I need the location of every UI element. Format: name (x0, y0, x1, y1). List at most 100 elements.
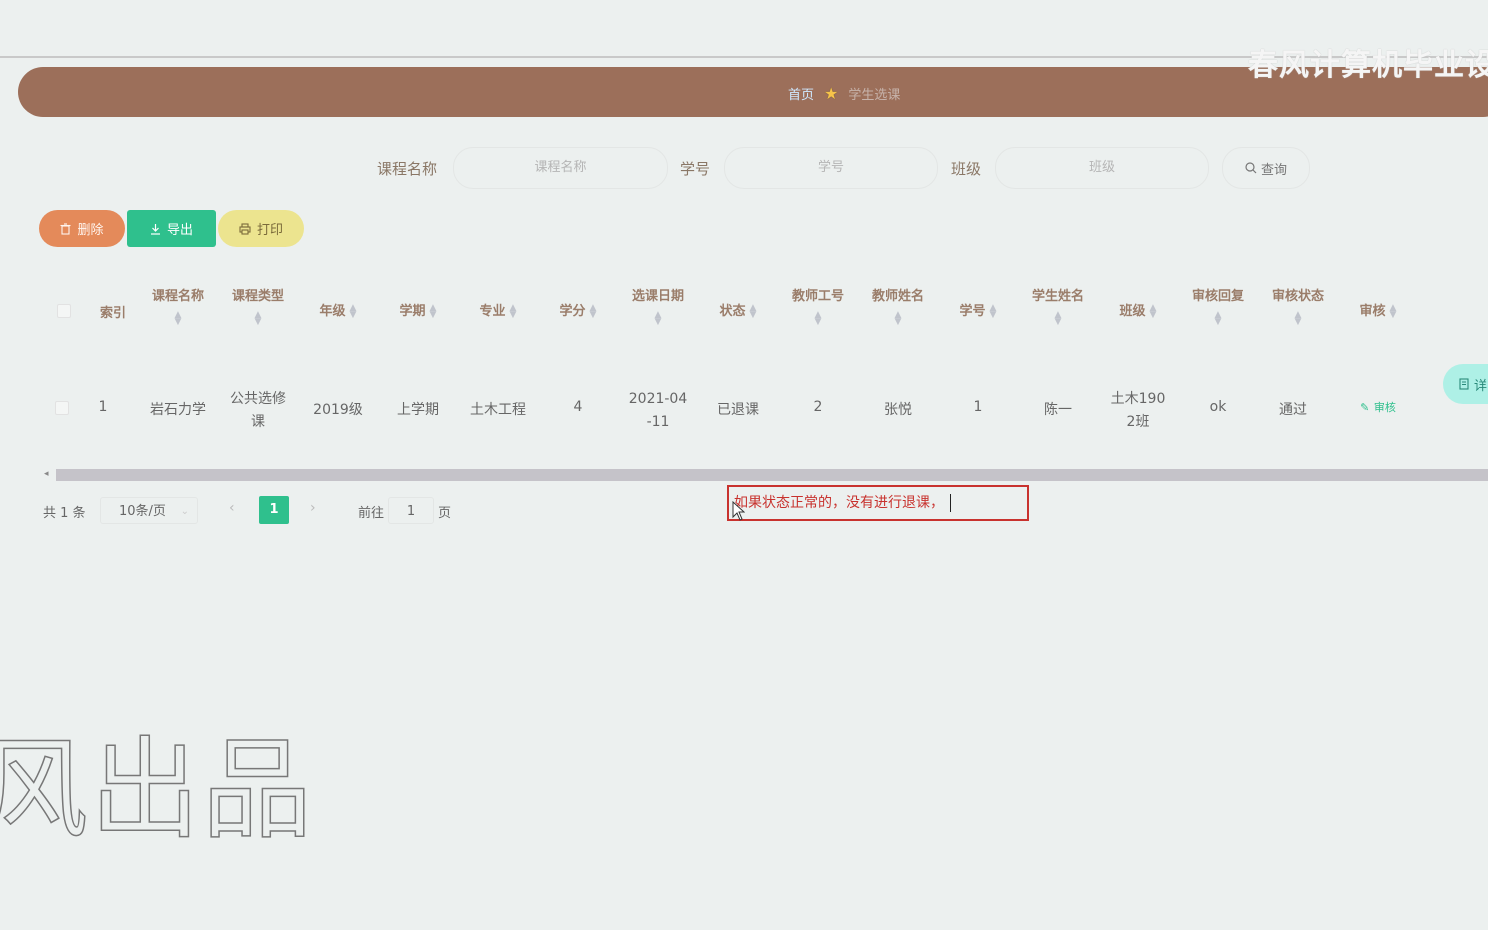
page-suffix: 页 (438, 506, 452, 521)
th-audit-status-label: 审核状态 (1271, 289, 1324, 304)
cell-status: 已退课 (717, 402, 759, 418)
download-icon (150, 223, 160, 235)
sort-icon[interactable]: ▲ ▼ (143, 311, 213, 327)
th-audit-status[interactable]: 审核状态 ▲ ▼ (1263, 285, 1333, 327)
class-label: 班级 (951, 160, 982, 178)
th-class[interactable]: 班级 ▲ ▼ (1103, 300, 1173, 319)
sort-icon[interactable]: ▲ ▼ (350, 303, 357, 319)
audit-link-label: 审核 (1373, 401, 1396, 414)
export-button[interactable]: 导出 (127, 210, 216, 247)
sort-icon[interactable]: ▲ ▼ (990, 303, 997, 319)
print-label: 打印 (256, 223, 283, 238)
th-major[interactable]: 专业 ▲ ▼ (463, 300, 533, 319)
sort-icon[interactable]: ▲ ▼ (783, 311, 853, 327)
next-page-icon[interactable]: › (310, 500, 316, 516)
prev-page-icon[interactable]: ‹ (229, 500, 235, 516)
th-status-label: 状态 (719, 304, 746, 319)
cell-term: 上学期 (397, 402, 439, 418)
edit-icon: ✎ (1360, 401, 1370, 414)
page-size-value: 10条/页 (119, 504, 166, 519)
th-teacher-name[interactable]: 教师姓名 ▲ ▼ (863, 285, 933, 327)
th-audit-reply[interactable]: 审核回复 ▲ ▼ (1183, 285, 1253, 327)
cell-index: 1 (98, 399, 108, 415)
student-no-input[interactable]: 学号 (724, 147, 938, 189)
pagination-total: 共 1 条 (43, 506, 86, 521)
cell-select-date-line1: 2021-04 (628, 391, 688, 407)
th-credit-label: 学分 (559, 304, 586, 319)
cell-select-date-line2: -11 (646, 414, 670, 430)
detail-button[interactable]: 详 (1443, 364, 1488, 404)
query-button[interactable]: 查询 (1222, 147, 1310, 189)
cell-course-type-line2: 课 (251, 414, 265, 430)
cell-class-line2: 2班 (1126, 414, 1150, 430)
th-course-type[interactable]: 课程类型 ▲ ▼ (223, 285, 293, 327)
breadcrumb-current: 学生选课 (848, 88, 901, 103)
sort-icon[interactable]: ▲ ▼ (863, 311, 933, 327)
sort-icon[interactable]: ▲ ▼ (1263, 311, 1333, 327)
th-major-label: 专业 (479, 304, 506, 319)
student-no-label: 学号 (680, 160, 711, 178)
th-course-type-label: 课程类型 (231, 289, 284, 304)
star-icon: ★ (824, 84, 839, 103)
text-caret (950, 494, 951, 512)
sort-icon[interactable]: ▲ ▼ (590, 303, 597, 319)
th-student-no[interactable]: 学号 ▲ ▼ (943, 300, 1013, 319)
th-status[interactable]: 状态 ▲ ▼ (703, 300, 773, 319)
th-audit-reply-label: 审核回复 (1191, 289, 1244, 304)
cell-course-name: 岩石力学 (150, 402, 206, 418)
print-button[interactable]: 打印 (218, 210, 304, 247)
cell-class: 土木190 2班 (1103, 388, 1173, 434)
sort-icon[interactable]: ▲ ▼ (750, 303, 757, 319)
th-grade[interactable]: 年级 ▲ ▼ (303, 300, 373, 319)
cell-teacher-no: 2 (813, 399, 823, 415)
sort-icon[interactable]: ▲ ▼ (1390, 303, 1397, 319)
sort-icon[interactable]: ▲ ▼ (1150, 303, 1157, 319)
cell-class-line1: 土木190 (1110, 391, 1166, 407)
th-course-name-label: 课程名称 (151, 289, 204, 304)
sort-icon[interactable]: ▲ ▼ (1183, 311, 1253, 327)
goto-page-input[interactable]: 1 (388, 497, 434, 524)
th-index: 索引 (99, 306, 126, 321)
row-checkbox[interactable] (55, 401, 69, 415)
th-student-name[interactable]: 学生姓名 ▲ ▼ (1023, 285, 1093, 327)
audit-link[interactable]: ✎ 审核 (1343, 399, 1413, 415)
th-course-name[interactable]: 课程名称 ▲ ▼ (143, 285, 213, 327)
cell-credit: 4 (573, 399, 583, 415)
delete-label: 删除 (77, 223, 104, 238)
cell-student-name: 陈一 (1044, 402, 1072, 418)
sort-icon[interactable]: ▲ ▼ (510, 303, 517, 319)
chevron-down-icon: ⌄ (180, 506, 189, 517)
annotation-text: 如果状态正常的，没有进行退课， (734, 495, 944, 511)
page-size-select[interactable]: 10条/页 ⌄ (100, 497, 198, 524)
th-audit[interactable]: 审核 ▲ ▼ (1343, 300, 1413, 319)
sort-icon[interactable]: ▲ ▼ (1023, 311, 1093, 327)
th-select-date[interactable]: 选课日期 ▲ ▼ (623, 285, 693, 327)
sort-icon[interactable]: ▲ ▼ (223, 311, 293, 327)
query-label: 查询 (1260, 162, 1287, 178)
cell-course-type-line1: 公共选修 (230, 391, 286, 407)
cell-audit-status: 通过 (1279, 402, 1307, 418)
annotation-textbox[interactable]: 如果状态正常的，没有进行退课， (727, 485, 1029, 521)
horizontal-scrollbar[interactable] (56, 469, 1488, 481)
th-student-no-label: 学号 (959, 304, 986, 319)
course-name-input[interactable]: 课程名称 (453, 147, 668, 189)
breadcrumb: 首页 ★ 学生选课 (788, 84, 900, 103)
th-teacher-no[interactable]: 教师工号 ▲ ▼ (783, 285, 853, 327)
scroll-left-icon[interactable]: ◂ (44, 469, 49, 479)
class-input[interactable]: 班级 (995, 147, 1209, 189)
printer-icon (239, 222, 251, 235)
th-grade-label: 年级 (319, 304, 346, 319)
th-audit-label: 审核 (1359, 304, 1386, 319)
th-credit[interactable]: 学分 ▲ ▼ (543, 300, 613, 319)
cell-select-date: 2021-04 -11 (618, 388, 698, 434)
th-term[interactable]: 学期 ▲ ▼ (383, 300, 453, 319)
page-number-current[interactable]: 1 (259, 496, 289, 524)
sort-icon[interactable]: ▲ ▼ (623, 311, 693, 327)
detail-label: 详 (1474, 378, 1488, 394)
cell-student-no: 1 (973, 399, 983, 415)
select-all-checkbox[interactable] (57, 304, 71, 318)
th-term-label: 学期 (399, 304, 426, 319)
delete-button[interactable]: 删除 (39, 210, 125, 247)
sort-icon[interactable]: ▲ ▼ (430, 303, 437, 319)
breadcrumb-home[interactable]: 首页 (788, 84, 814, 103)
